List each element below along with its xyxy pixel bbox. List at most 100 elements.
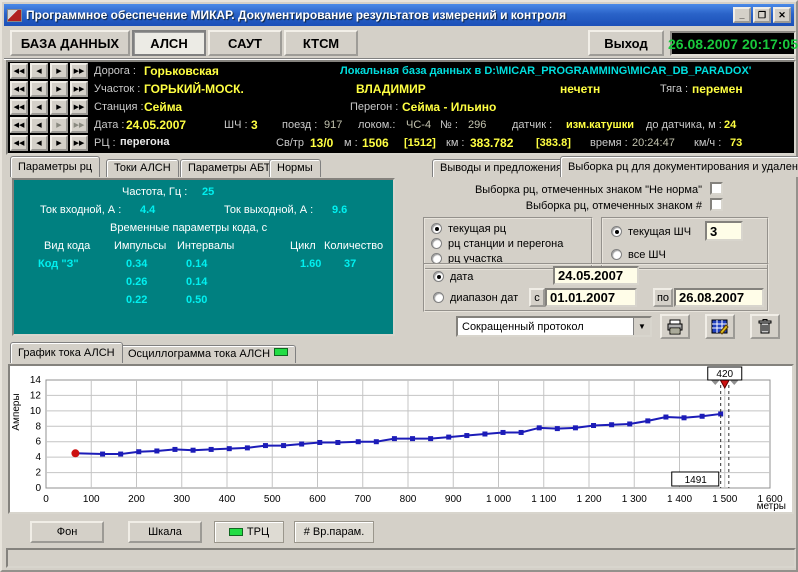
nav-first-icon[interactable]: ◀◀: [10, 63, 28, 79]
current-rc-radio[interactable]: [431, 223, 442, 234]
alsn-button[interactable]: АЛСН: [132, 30, 206, 56]
speed-value: 73: [730, 137, 742, 149]
nav-last-icon[interactable]: ▶▶: [70, 99, 88, 115]
date-range-radio[interactable]: [433, 292, 444, 303]
chevron-down-icon[interactable]: ▼: [633, 318, 650, 335]
nav-last-icon[interactable]: ▶▶: [70, 135, 88, 151]
svg-text:1 400: 1 400: [667, 494, 692, 505]
svg-text:900: 900: [445, 494, 462, 505]
nav-prev-icon[interactable]: ◀: [30, 63, 48, 79]
nav-prev-icon[interactable]: ◀: [30, 117, 48, 133]
tab-toki-alsn[interactable]: Токи АЛСН: [106, 159, 179, 177]
saut-button[interactable]: САУТ: [208, 30, 282, 56]
svg-text:4: 4: [35, 452, 41, 463]
maximize-button[interactable]: ❐: [753, 7, 771, 23]
nav-first-icon[interactable]: ◀◀: [10, 99, 28, 115]
tab-rc-selection[interactable]: Выборка рц для документирования и удален…: [560, 156, 798, 177]
nav-prev-icon[interactable]: ◀: [30, 135, 48, 151]
nav-first-icon[interactable]: ◀◀: [10, 117, 28, 133]
svg-text:1 200: 1 200: [576, 494, 601, 505]
speed-label: км/ч :: [694, 137, 721, 149]
svg-text:300: 300: [173, 494, 190, 505]
time-params-toggle-button[interactable]: # Вр.парам.: [294, 521, 374, 543]
station-stage-rc-radio[interactable]: [431, 238, 442, 249]
current-in-label: Ток входной, А :: [40, 204, 121, 216]
table-icon: [711, 319, 729, 335]
minimize-button[interactable]: _: [733, 7, 751, 23]
train-label: поезд :: [282, 119, 317, 131]
loco-label: локом.:: [358, 119, 395, 131]
svg-text:Амперы: Амперы: [11, 393, 22, 430]
nav-next-icon[interactable]: ▶: [50, 81, 68, 97]
delete-button[interactable]: [750, 314, 780, 339]
date-radio[interactable]: [433, 271, 444, 282]
interval-value: 0.14: [186, 276, 207, 288]
section-label: Участок :: [94, 83, 140, 95]
current-out-label: Ток выходной, А :: [224, 204, 313, 216]
col-cycle-header: Цикл: [290, 240, 316, 252]
ktsm-button[interactable]: КТСМ: [284, 30, 358, 56]
frequency-label: Частота, Гц :: [122, 186, 187, 198]
date-row: ◀◀ ◀ ▶ ▶▶ Дата : 24.05.2007 ШЧ : 3 поезд…: [8, 117, 794, 135]
date-input[interactable]: [553, 266, 639, 285]
print-protocol-button[interactable]: [660, 314, 690, 339]
shch-number-input[interactable]: [705, 221, 743, 241]
hash-checkbox-label: Выборка рц, отмеченных знаком #: [526, 200, 702, 212]
trc-led-icon: [229, 528, 243, 536]
nav-prev-icon[interactable]: ◀: [30, 81, 48, 97]
nav-next-icon[interactable]: ▶: [50, 99, 68, 115]
hash-checkbox[interactable]: [710, 198, 723, 211]
exit-button[interactable]: Выход: [588, 30, 664, 56]
svg-text:400: 400: [219, 494, 236, 505]
rc-label: РЦ :: [94, 137, 116, 149]
range-from-input[interactable]: [545, 288, 637, 307]
tab-oscillogram[interactable]: Осциллограмма тока АЛСН: [120, 345, 296, 363]
close-button[interactable]: ✕: [773, 7, 791, 23]
tab-current-graph[interactable]: График тока АЛСН: [10, 342, 123, 363]
nav-next-icon[interactable]: ▶: [50, 135, 68, 151]
trc-toggle-button[interactable]: ТРЦ: [214, 521, 284, 543]
app-icon: [7, 9, 22, 22]
all-shch-radio[interactable]: [611, 249, 622, 260]
report-table-button[interactable]: [705, 314, 735, 339]
protocol-dropdown[interactable]: Сокращенный протокол ▼: [456, 316, 652, 337]
tab-conclusions[interactable]: Выводы и предложения: [432, 159, 570, 177]
current-rc-label: текущая рц: [448, 223, 506, 235]
sensor-label: датчик :: [512, 119, 552, 131]
database-button[interactable]: БАЗА ДАННЫХ: [10, 30, 130, 56]
status-bar: [6, 548, 796, 568]
nav-next-icon-disabled: ▶: [50, 117, 68, 133]
tab-params-rc[interactable]: Параметры рц: [10, 156, 100, 177]
to-sensor-label: до датчика, м :: [646, 119, 722, 131]
svg-text:10: 10: [30, 406, 42, 417]
tab-normy[interactable]: Нормы: [269, 159, 321, 177]
nav-last-icon[interactable]: ▶▶: [70, 81, 88, 97]
svg-text:2: 2: [35, 468, 41, 479]
not-norma-checkbox[interactable]: [710, 182, 723, 195]
nav-next-icon[interactable]: ▶: [50, 63, 68, 79]
nav-first-icon[interactable]: ◀◀: [10, 81, 28, 97]
svg-text:1 300: 1 300: [622, 494, 647, 505]
nav-first-icon[interactable]: ◀◀: [10, 135, 28, 151]
impulse-value: 0.26: [126, 276, 147, 288]
range-to-label: по: [653, 288, 673, 307]
oscillogram-led-icon: [274, 348, 288, 356]
nav-prev-icon[interactable]: ◀: [30, 99, 48, 115]
count-value: 37: [344, 258, 356, 270]
titlebar: Программное обеспечение МИКАР. Документи…: [4, 4, 794, 26]
nav-last-icon[interactable]: ▶▶: [70, 63, 88, 79]
tab-oscillogram-label: Осциллограмма тока АЛСН: [128, 348, 270, 360]
tab-params-abt[interactable]: Параметры АБТ: [180, 159, 278, 177]
svg-text:0: 0: [35, 483, 41, 494]
traction-label: Тяга :: [660, 83, 688, 95]
svg-text:500: 500: [264, 494, 281, 505]
col-intervals-header: Интервалы: [177, 240, 234, 252]
background-button[interactable]: Фон: [30, 521, 104, 543]
local-db-note: Локальная база данных в D:\MICAR_PROGRAM…: [340, 65, 751, 77]
date-value: 24.05.2007: [126, 118, 186, 132]
alsn-chart[interactable]: 01002003004005006007008009001 0001 1001 …: [8, 364, 794, 514]
current-shch-radio[interactable]: [611, 226, 622, 237]
shch-label: ШЧ :: [224, 119, 248, 131]
range-to-input[interactable]: [674, 288, 764, 307]
scale-button[interactable]: Шкала: [128, 521, 202, 543]
